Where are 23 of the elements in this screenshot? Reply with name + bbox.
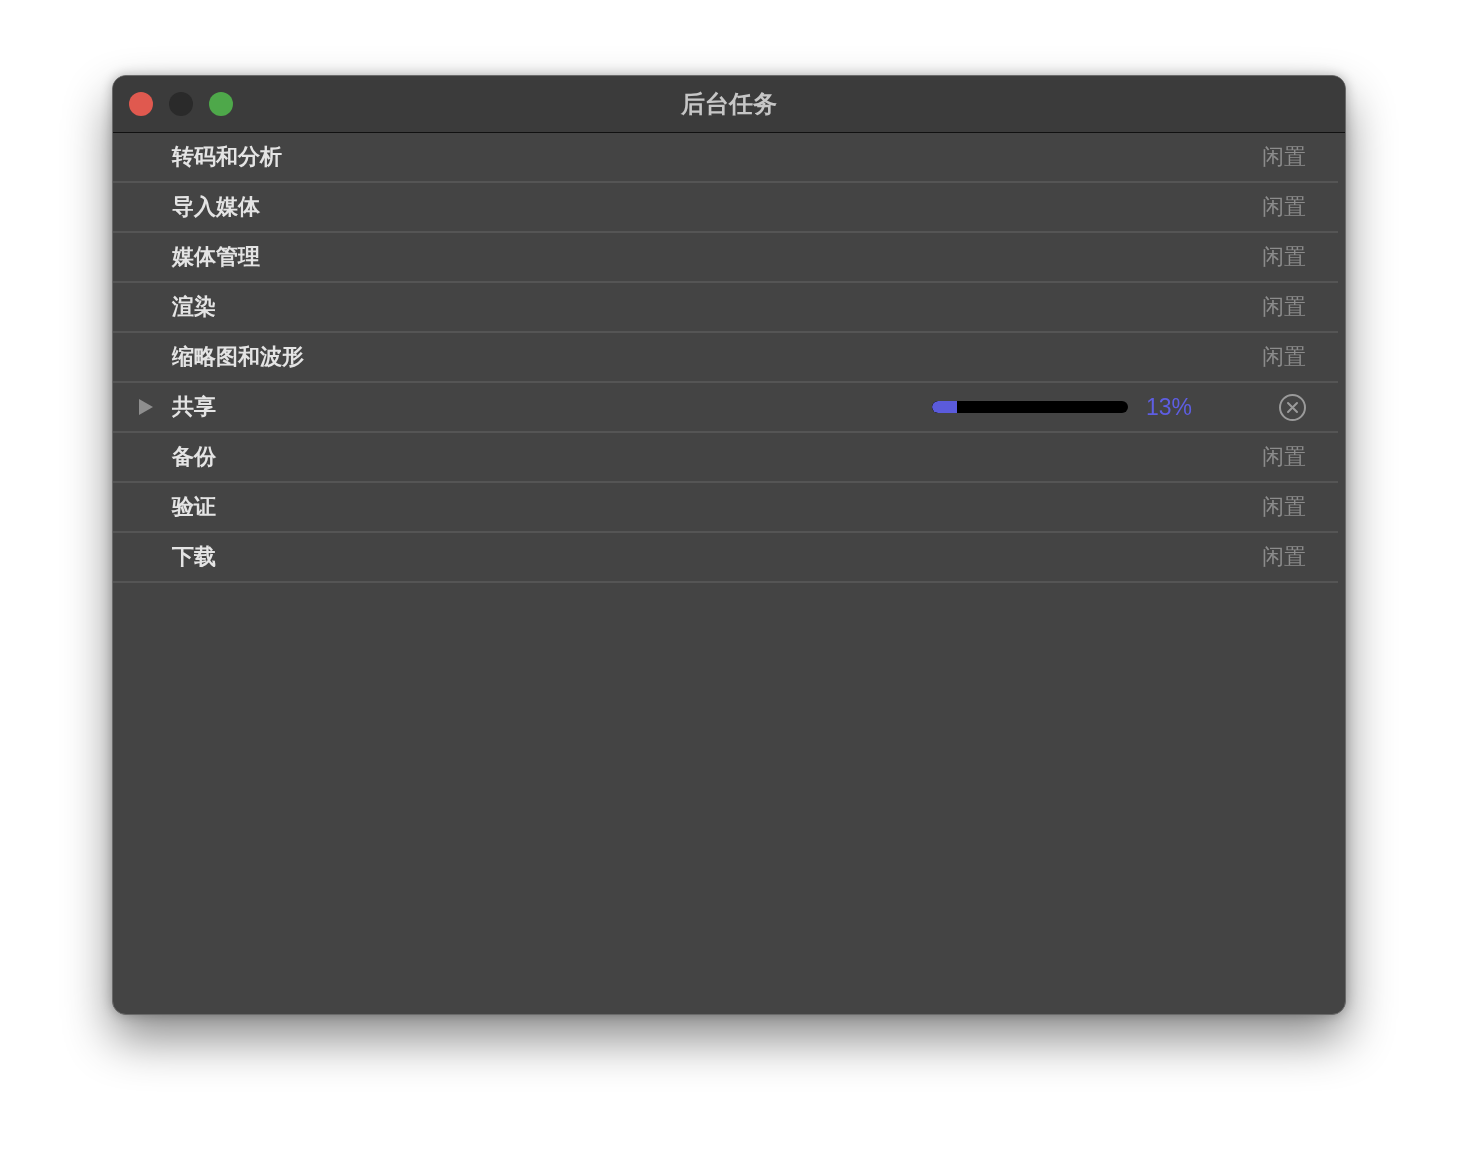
task-status: 闲置 bbox=[1262, 143, 1306, 171]
task-name: 媒体管理 bbox=[172, 243, 260, 271]
task-status: 闲置 bbox=[1262, 443, 1306, 471]
task-name: 导入媒体 bbox=[172, 193, 260, 221]
task-status: 闲置 bbox=[1262, 243, 1306, 271]
task-name: 渲染 bbox=[172, 293, 216, 321]
task-status: 闲置 bbox=[1262, 343, 1306, 371]
task-name: 转码和分析 bbox=[172, 143, 282, 171]
task-status: 闲置 bbox=[1262, 543, 1306, 571]
task-name: 验证 bbox=[172, 493, 216, 521]
task-name: 共享 bbox=[172, 393, 216, 421]
task-name: 缩略图和波形 bbox=[172, 343, 304, 371]
window-title: 后台任务 bbox=[681, 89, 777, 120]
task-status: 闲置 bbox=[1262, 193, 1306, 221]
task-name: 备份 bbox=[172, 443, 216, 471]
zoom-button[interactable] bbox=[209, 92, 233, 116]
progress-percent: 13% bbox=[1146, 393, 1194, 421]
task-name: 下载 bbox=[172, 543, 216, 571]
close-circle-icon[interactable] bbox=[1279, 393, 1306, 421]
task-status: 闲置 bbox=[1262, 293, 1306, 321]
close-button[interactable] bbox=[129, 92, 153, 116]
disclosure-triangle-icon[interactable] bbox=[139, 399, 153, 415]
task-status: 闲置 bbox=[1262, 493, 1306, 521]
